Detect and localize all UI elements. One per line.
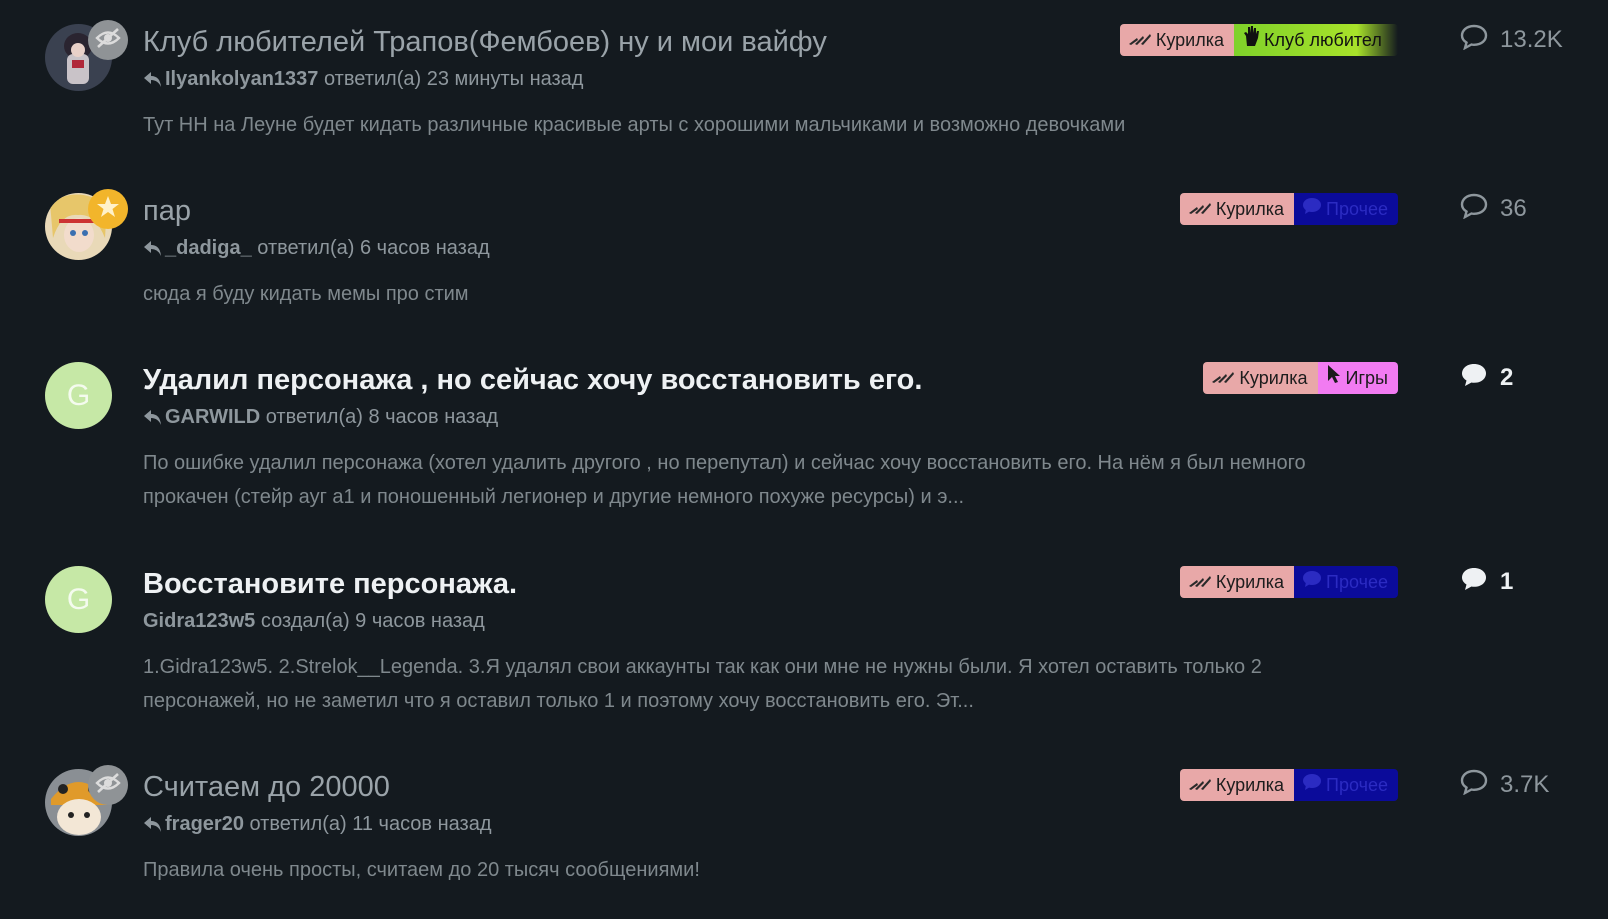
kurilka-icon	[1188, 566, 1216, 598]
cursor-icon	[1326, 362, 1346, 394]
comment-icon	[1460, 769, 1488, 802]
comment-icon	[1302, 193, 1326, 225]
star-icon	[96, 195, 120, 224]
activity-text: ответил(а) 23 минуты назад	[324, 68, 584, 90]
topic-tags: Курилка Прочее	[1179, 769, 1398, 801]
topic-tags: Курилка Игры	[1203, 362, 1398, 394]
comment-icon	[1460, 24, 1488, 57]
unlisted-badge	[88, 20, 128, 60]
topic-meta: GARWILD ответил(а) 8 часов назад	[143, 404, 498, 433]
tag-prochee[interactable]: Прочее	[1294, 566, 1398, 598]
reply-icon	[143, 814, 163, 840]
tag-kurilka[interactable]: Курилка	[1119, 24, 1234, 56]
reply-icon	[143, 407, 163, 433]
author-username[interactable]: _dadiga_	[165, 237, 252, 259]
avatar[interactable]: G	[45, 362, 112, 429]
tag-games[interactable]: Игры	[1317, 362, 1398, 394]
kurilka-icon	[1188, 193, 1216, 225]
reply-icon	[143, 238, 163, 264]
topic-excerpt: 1.Gidra123w5. 2.Strelok__Legenda. 3.Я уд…	[143, 656, 1262, 712]
author-username[interactable]: GARWILD	[165, 406, 260, 428]
reply-count[interactable]: 13.2K	[1460, 24, 1563, 56]
topic-excerpt: Тут НН на Леуне будет кидать различные к…	[143, 114, 1126, 136]
topic-meta: Gidra123w5 создал(а) 9 часов назад	[143, 608, 485, 634]
topic-title[interactable]: пар	[143, 193, 191, 229]
reply-count[interactable]: 36	[1460, 193, 1527, 225]
topic-title[interactable]: Считаем до 20000	[143, 769, 390, 805]
author-username[interactable]: frager20	[165, 813, 244, 835]
unlisted-badge	[88, 765, 128, 805]
avatar[interactable]: G	[45, 566, 112, 633]
comment-icon	[1460, 362, 1488, 395]
topic-title[interactable]: Клуб любителей Трапов(Фембоев) ну и мои …	[143, 24, 827, 60]
tag-club[interactable]: Клуб любител	[1234, 24, 1398, 56]
reply-count[interactable]: 3.7K	[1460, 769, 1549, 801]
topic-tags: Курилка Прочее	[1179, 566, 1398, 598]
topic-excerpt: По ошибке удалил персонажа (хотел удалит…	[143, 452, 1306, 508]
topic-excerpt: сюда я буду кидать мемы про стим	[143, 283, 469, 305]
topic-tags: Курилка Клуб любител	[1119, 24, 1398, 56]
comment-icon	[1302, 769, 1326, 801]
eye-slash-icon	[95, 27, 121, 54]
reply-icon	[143, 69, 163, 95]
tag-kurilka[interactable]: Курилка	[1203, 362, 1318, 394]
hand-icon	[1242, 24, 1264, 56]
topic-meta: _dadiga_ ответил(а) 6 часов назад	[143, 235, 490, 264]
tag-kurilka[interactable]: Курилка	[1179, 566, 1295, 598]
kurilka-icon	[1211, 362, 1239, 394]
star-badge	[88, 189, 128, 229]
reply-count[interactable]: 1	[1460, 566, 1513, 598]
tag-prochee[interactable]: Прочее	[1294, 193, 1398, 225]
author-username[interactable]: Gidra123w5	[143, 610, 255, 632]
tag-prochee[interactable]: Прочее	[1294, 769, 1398, 801]
comment-icon	[1460, 193, 1488, 226]
kurilka-icon	[1188, 769, 1216, 801]
topic-meta: Ilyankolyan1337 ответил(а) 23 минуты наз…	[143, 66, 583, 95]
reply-count[interactable]: 2	[1460, 362, 1513, 394]
activity-text: создал(а) 9 часов назад	[260, 610, 485, 632]
activity-text: ответил(а) 6 часов назад	[257, 237, 490, 259]
comment-icon	[1460, 566, 1488, 599]
topic-title[interactable]: Восстановите персонажа.	[143, 566, 517, 602]
author-username[interactable]: Ilyankolyan1337	[165, 68, 318, 90]
tag-kurilka[interactable]: Курилка	[1179, 769, 1295, 801]
comment-icon	[1302, 566, 1326, 598]
topic-tags: Курилка Прочее	[1179, 193, 1398, 225]
topic-excerpt: Правила очень просты, считаем до 20 тыся…	[143, 859, 700, 881]
eye-slash-icon	[95, 772, 121, 799]
tag-kurilka[interactable]: Курилка	[1179, 193, 1295, 225]
topic-title[interactable]: Удалил персонажа , но сейчас хочу восста…	[143, 362, 922, 398]
activity-text: ответил(а) 11 часов назад	[249, 813, 492, 835]
topic-meta: frager20 ответил(а) 11 часов назад	[143, 811, 492, 840]
kurilka-icon	[1128, 24, 1156, 56]
activity-text: ответил(а) 8 часов назад	[265, 406, 499, 428]
